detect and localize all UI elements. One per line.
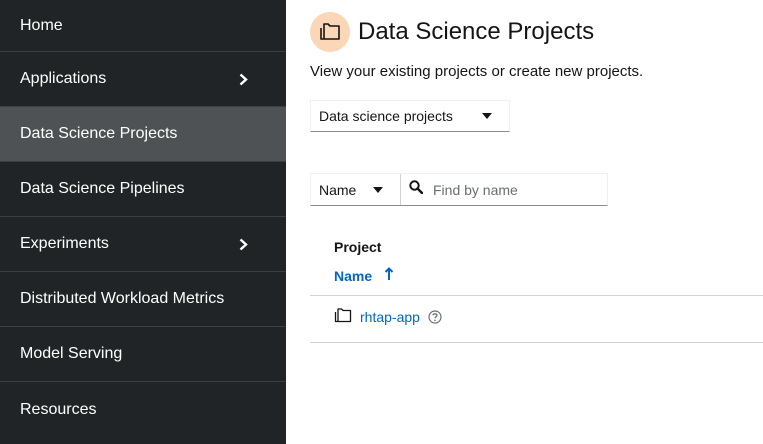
sidebar-item-label: Model Serving: [20, 345, 123, 362]
sidebar-nav: Home Applications Data Science Projects …: [0, 0, 286, 444]
sidebar-item-label: Resources: [20, 400, 97, 418]
filter-toolbar: Name: [310, 173, 608, 206]
sidebar-item-applications[interactable]: Applications: [0, 52, 286, 107]
table-group-header: Project: [334, 239, 382, 255]
help-icon[interactable]: [428, 310, 442, 324]
sort-ascending-icon: [384, 267, 394, 284]
project-folder-icon: [310, 12, 350, 52]
sidebar-item-data-science-pipelines[interactable]: Data Science Pipelines: [0, 162, 286, 217]
sidebar-item-label: Applications: [20, 70, 107, 87]
chevron-right-icon: [236, 72, 250, 86]
sidebar-item-home[interactable]: Home: [0, 0, 286, 52]
caret-down-icon: [482, 113, 492, 119]
sidebar-item-distributed-workload-metrics[interactable]: Distributed Workload Metrics: [0, 272, 286, 327]
dropdown-selected-label: Data science projects: [319, 108, 453, 124]
table-row: rhtap-app: [334, 306, 442, 328]
sidebar-item-label: Home: [20, 16, 63, 34]
sidebar-item-label: Experiments: [20, 235, 109, 252]
filter-attribute-label: Name: [319, 181, 357, 198]
sidebar-item-experiments[interactable]: Experiments: [0, 217, 286, 272]
project-type-dropdown[interactable]: Data science projects: [310, 100, 510, 132]
sidebar-item-label: Data Science Projects: [20, 125, 178, 142]
filter-attribute-select[interactable]: Name: [311, 174, 401, 205]
project-folder-icon: [334, 308, 352, 326]
caret-down-icon: [373, 186, 383, 193]
sidebar-item-resources[interactable]: Resources: [0, 382, 286, 437]
column-header-label: Name: [334, 267, 373, 284]
sidebar-item-label: Distributed Workload Metrics: [20, 290, 225, 307]
page-title: Data Science Projects: [358, 18, 595, 45]
search-icon: [409, 180, 424, 199]
table-divider: [310, 295, 763, 296]
search-box: [401, 174, 607, 205]
chevron-right-icon: [236, 237, 250, 251]
name-column-header[interactable]: Name: [334, 267, 394, 284]
page-header: Data Science Projects: [310, 12, 594, 52]
sidebar-item-label: Data Science Pipelines: [20, 180, 185, 197]
project-link[interactable]: rhtap-app: [360, 309, 420, 325]
table-divider: [310, 342, 763, 343]
search-input[interactable]: [431, 180, 595, 199]
sidebar-item-model-serving[interactable]: Model Serving: [0, 327, 286, 382]
sidebar-item-data-science-projects[interactable]: Data Science Projects: [0, 107, 286, 162]
page-description: View your existing projects or create ne…: [310, 63, 644, 80]
main-content: Data Science Projects View your existing…: [286, 0, 763, 444]
